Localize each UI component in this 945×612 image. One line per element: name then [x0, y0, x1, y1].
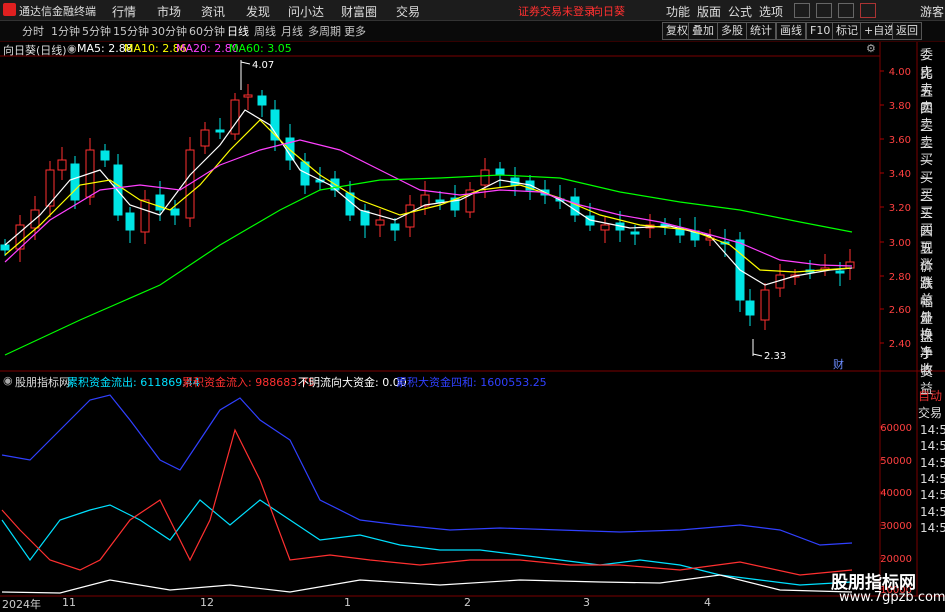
auto-trade-button[interactable]: 自动 — [918, 387, 942, 404]
indicator-header: ◉ 股朋指标网 累积资金流出: 611869.44 累积资金流入: 988683… — [0, 373, 880, 389]
sub-tick-label: 30000 — [880, 521, 912, 532]
candle-body — [140, 199, 150, 233]
big-money-line — [1, 394, 853, 546]
sub-tick-label: 50000 — [880, 456, 912, 467]
trade-time: 14:56 — [920, 471, 945, 486]
price-tick-label: 3.40 — [889, 169, 911, 180]
candle-body — [100, 150, 110, 161]
candlestick-series — [0, 84, 855, 330]
trade-time: 14:56 — [920, 504, 945, 519]
candle-body — [480, 169, 490, 186]
trade-time: 14:56 — [920, 439, 945, 454]
candle-body — [630, 231, 640, 235]
unknown-flow-label: 不明流向大资金: 0.00 — [298, 376, 407, 389]
chart-annotations: 4.07 2.33 财 — [240, 60, 844, 371]
candle-body — [243, 94, 253, 98]
candle-body — [125, 212, 135, 231]
price-axis: 4.00 3.80 3.60 3.40 3.20 3.00 2.80 2.60 2.40 — [880, 67, 911, 350]
chart-canvas[interactable]: 4.00 3.80 3.60 3.40 3.20 3.00 2.80 2.60 2.40 600… — [0, 0, 945, 609]
price-tick-label: 3.60 — [889, 135, 911, 146]
big-money-label: 累积大资金四和: 1600553.25 — [396, 376, 547, 389]
indicator-icon[interactable]: ◉ — [3, 374, 13, 387]
watermark-url: www.7gpzb.com — [839, 590, 945, 605]
sub-tick-label: 60000 — [880, 423, 912, 434]
unknown-flow-line — [1, 574, 853, 594]
candle-body — [215, 129, 225, 133]
time-axis-label: 2024年 — [2, 598, 41, 611]
candle-body — [375, 219, 385, 226]
indicator-lines — [1, 394, 853, 594]
time-axis-label: 12 — [200, 596, 214, 609]
watermark: 股朋指标网 www.7gpzb.com — [829, 568, 945, 608]
trade-time: 14:56 — [920, 455, 945, 470]
candle-body — [360, 210, 370, 226]
candle-body — [57, 159, 67, 171]
candle-body — [390, 223, 400, 231]
indicator-name: 股朋指标网 — [15, 376, 70, 389]
candle-body — [257, 95, 267, 106]
candle-body — [200, 129, 210, 147]
candle-body — [495, 168, 505, 176]
price-tick-label: 4.00 — [889, 67, 911, 78]
time-axis-label: 2 — [464, 596, 471, 609]
price-tick-label: 3.00 — [889, 238, 911, 249]
ma60-label: MA60: 3.05 — [229, 42, 292, 55]
chart-header: 向日葵(日线) ◉ MA5: 2.88 MA10: 2.86 MA20: 2.8… — [0, 42, 880, 57]
quote-side-panel: 委比 卖五 卖四 卖三 卖二 卖一 买一 买二 买三 买四 买五 现价 涨跌 涨幅 总量 外盘 换手 净资 收益 — [918, 42, 945, 412]
candle-body — [845, 261, 855, 269]
candle-body — [0, 244, 10, 251]
time-axis-label: 3 — [583, 596, 590, 609]
ma-toggle-icon[interactable]: ◉ — [67, 42, 77, 55]
time-axis-label: 1 — [344, 596, 351, 609]
time-axis-label: 11 — [62, 596, 76, 609]
sub-tick-label: 40000 — [880, 488, 912, 499]
candle-body — [70, 163, 80, 201]
candle-body — [170, 208, 180, 216]
inflow-label: 累积资金流入: 988683.75 — [182, 376, 315, 389]
time-axis-label: 4 — [704, 596, 711, 609]
chart-title: 向日葵(日线) — [3, 44, 67, 57]
chart-settings-icon[interactable]: ⚙ — [866, 42, 876, 55]
high-price-label: 4.07 — [252, 60, 274, 71]
price-tick-label: 2.80 — [889, 272, 911, 283]
candle-body — [113, 164, 123, 216]
candle-body — [745, 300, 755, 316]
candle-body — [405, 204, 415, 228]
price-tick-label: 2.60 — [889, 305, 911, 316]
candle-body — [600, 224, 610, 231]
trade-label: 交易 — [918, 406, 943, 420]
trade-time: 14:56 — [920, 488, 945, 503]
outflow-label: 累积资金流出: 611869.44 — [67, 376, 200, 389]
candle-body — [835, 270, 845, 274]
sub-tick-label: 20000 — [880, 554, 912, 565]
price-tick-label: 3.80 — [889, 101, 911, 112]
candle-body — [435, 199, 445, 203]
financial-report-icon: 财 — [833, 357, 844, 371]
outflow-line — [1, 499, 853, 586]
trade-time: 14:56 — [920, 423, 945, 437]
inflow-line — [1, 428, 853, 576]
price-tick-label: 3.20 — [889, 203, 911, 214]
low-price-label: 2.33 — [764, 351, 786, 362]
price-tick-label: 2.40 — [889, 339, 911, 350]
trade-time: 14:56 — [920, 520, 945, 535]
candle-body — [760, 289, 770, 321]
